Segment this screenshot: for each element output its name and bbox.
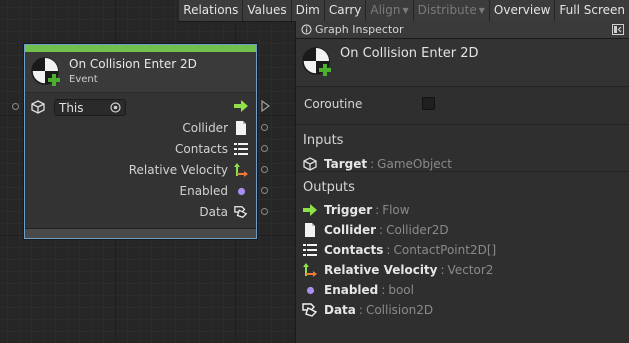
document-icon (235, 121, 247, 135)
node-footer (25, 228, 256, 238)
graph-inspector-tab[interactable]: Graph Inspector (296, 21, 629, 39)
distribute-dropdown[interactable]: Distribute ▼ (412, 0, 489, 21)
vector-icon (303, 263, 317, 277)
output-item-contacts: Contacts: ContactPoint2D[] (296, 240, 629, 260)
output-item-data: Data: Collision2D (296, 300, 629, 320)
graph-toolbar: Relations Values Dim Carry Align ▼ Distri… (178, 0, 629, 22)
info-icon (301, 24, 312, 35)
port-label: Relative Velocity (128, 163, 228, 177)
carry-button[interactable]: Carry (323, 0, 366, 21)
output-item-trigger: Trigger: Flow (296, 200, 629, 220)
event-icon (30, 56, 62, 88)
node-subtitle: Event (69, 74, 98, 85)
outputs-section: Outputs Trigger: Flow Collider: Collider2D… (296, 172, 629, 322)
full-screen-button[interactable]: Full Screen (554, 0, 629, 21)
output-port-enabled[interactable] (261, 187, 268, 194)
output-port-contacts[interactable] (261, 145, 268, 152)
bool-dot-icon (306, 286, 315, 295)
chevron-down-icon: ▼ (478, 6, 485, 15)
flow-output-port[interactable] (261, 100, 270, 112)
object-picker-icon[interactable] (110, 102, 121, 113)
port-data[interactable]: Data (199, 204, 248, 220)
coroutine-label: Coroutine (304, 97, 363, 111)
chevron-down-icon: ▼ (402, 6, 409, 15)
event-icon (301, 46, 333, 78)
output-item-collider: Collider: Collider2D (296, 220, 629, 240)
port-label: Contacts (175, 142, 228, 156)
vector-icon (234, 163, 248, 177)
input-item-target: Target: GameObject (296, 154, 629, 174)
cube-icon (303, 157, 317, 171)
cube-icon (31, 100, 45, 114)
port-label: Collider (182, 121, 228, 135)
port-contacts[interactable]: Contacts (175, 141, 248, 157)
data-hand-icon (234, 205, 248, 219)
coroutine-checkbox[interactable] (422, 97, 435, 110)
output-port-data[interactable] (261, 208, 268, 215)
output-port-collider[interactable] (261, 124, 268, 131)
port-enabled[interactable]: Enabled (180, 183, 249, 199)
flow-arrow-icon (303, 204, 317, 216)
graph-inspector-panel: Graph Inspector On Collision Enter 2D Co… (295, 21, 629, 343)
output-item-enabled: Enabled: bool (296, 280, 629, 300)
output-port-relative-velocity[interactable] (261, 166, 268, 173)
port-relative-velocity[interactable]: Relative Velocity (129, 162, 248, 178)
values-button[interactable]: Values (242, 0, 291, 21)
inputs-title: Inputs (303, 133, 344, 148)
port-trigger[interactable] (228, 98, 248, 114)
input-port-target[interactable] (12, 103, 19, 110)
target-field[interactable]: This (54, 99, 126, 116)
overview-button[interactable]: Overview (488, 0, 555, 21)
node-header[interactable]: On Collision Enter 2D Event (25, 52, 256, 93)
event-node-on-collision-enter-2d[interactable]: On Collision Enter 2D Event This Collide… (24, 44, 257, 239)
dim-button[interactable]: Dim (290, 0, 324, 21)
relations-button[interactable]: Relations (178, 0, 243, 21)
bool-dot-icon (237, 187, 246, 196)
inspector-header: On Collision Enter 2D (296, 39, 629, 87)
inspector-title: On Collision Enter 2D (340, 46, 479, 61)
port-label: Data (199, 205, 228, 219)
output-item-relative-velocity: Relative Velocity: Vector2 (296, 260, 629, 280)
list-icon (234, 143, 248, 155)
align-dropdown[interactable]: Align ▼ (365, 0, 413, 21)
port-label: Enabled (179, 184, 229, 198)
port-collider[interactable]: Collider (182, 120, 248, 136)
outputs-title: Outputs (303, 180, 355, 195)
target-field-value: This (59, 101, 84, 115)
list-icon (303, 244, 317, 256)
flow-arrow-icon (234, 100, 248, 112)
coroutine-row: Coroutine (296, 87, 629, 125)
node-title: On Collision Enter 2D (69, 57, 197, 71)
node-category-stripe (25, 45, 256, 52)
graph-canvas[interactable]: On Collision Enter 2D Event This Collide… (0, 0, 295, 343)
panel-toggle-icon[interactable] (612, 24, 624, 35)
tab-label: Graph Inspector (315, 23, 404, 36)
data-hand-icon (302, 303, 318, 317)
document-icon (304, 223, 316, 237)
inputs-section: Inputs Target: GameObject (296, 125, 629, 172)
